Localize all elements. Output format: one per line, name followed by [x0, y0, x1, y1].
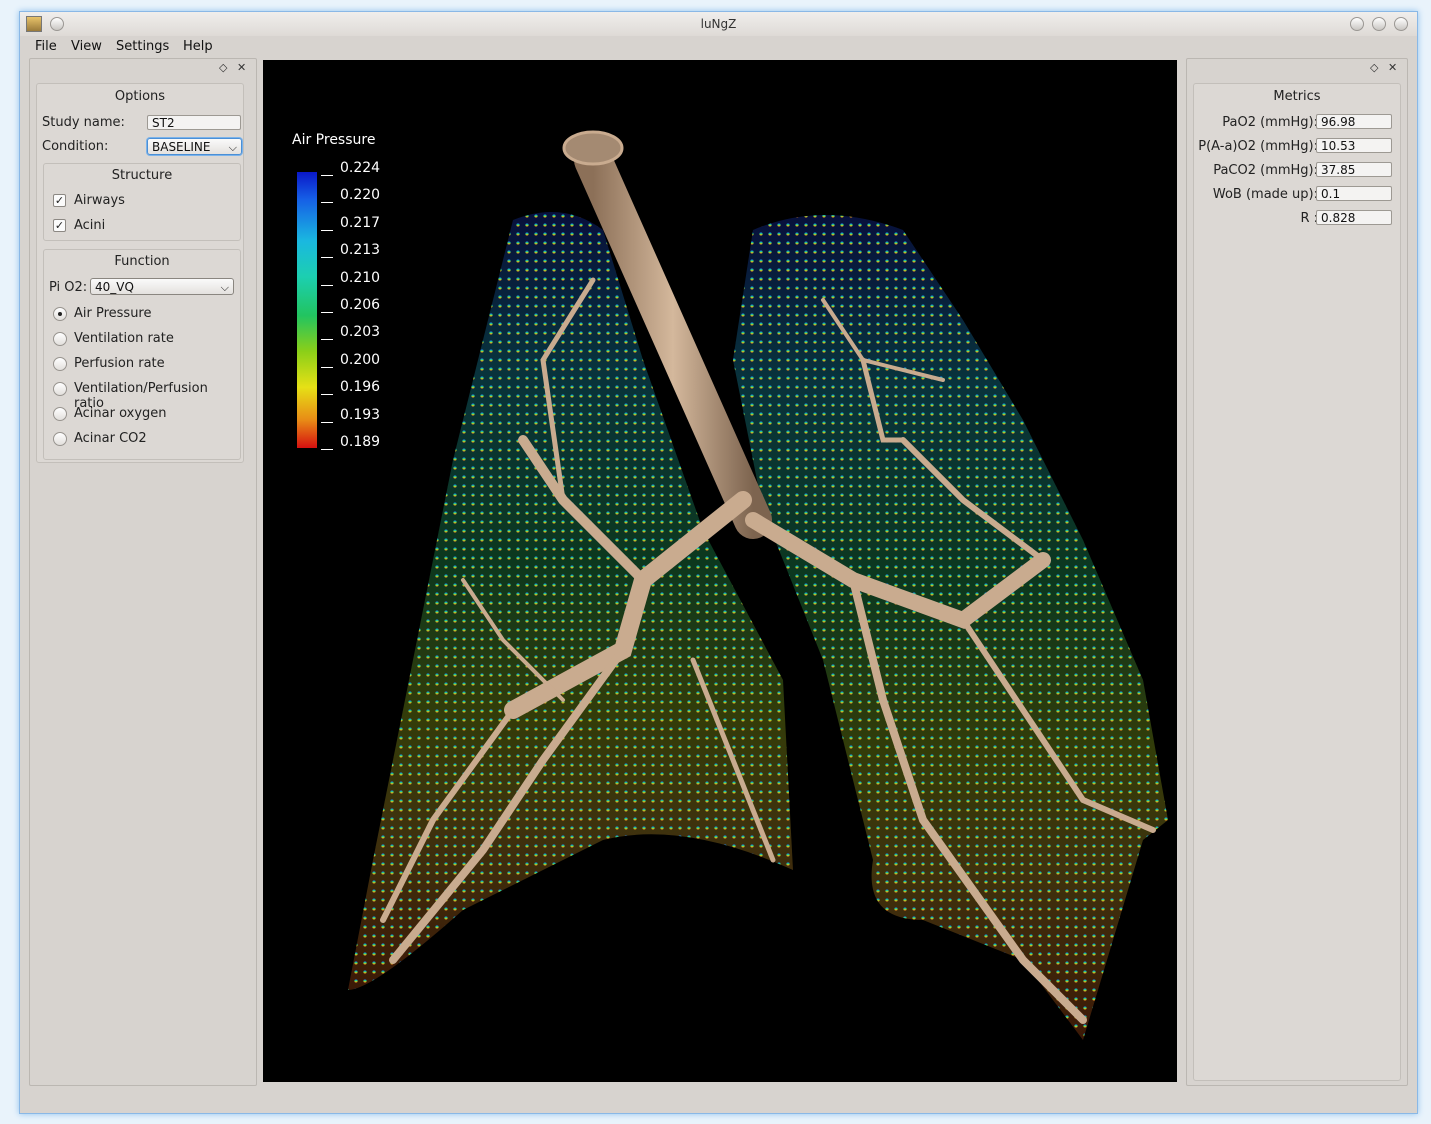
radio-perfusion-rate[interactable] [53, 357, 67, 371]
legend-title: Air Pressure [292, 132, 376, 148]
colorbar-tick [321, 339, 333, 340]
paco2-field[interactable]: 37.85 [1316, 162, 1392, 177]
menu-settings[interactable]: Settings [116, 39, 169, 54]
radio-air-pressure[interactable] [53, 307, 67, 321]
window-title: luNgZ [700, 17, 737, 31]
r-field[interactable]: 0.828 [1316, 210, 1392, 225]
close-dock-icon[interactable]: ✕ [1388, 61, 1397, 74]
colorbar-tick [321, 367, 333, 368]
airways-label: Airways [74, 193, 125, 208]
pio2-value: 40_VQ [95, 280, 134, 294]
acini-checkbox[interactable]: ✓ [53, 219, 66, 232]
maximize-icon[interactable] [1372, 17, 1386, 31]
wob-field[interactable]: 0.1 [1316, 186, 1392, 201]
close-dock-icon[interactable]: ✕ [237, 61, 246, 74]
structure-group: Structure ✓ Airways ✓ Acini [43, 163, 241, 241]
colorbar-label: 0.206 [340, 297, 381, 313]
main-window: luNgZ File View Settings Help ◇ ✕ Option… [19, 11, 1418, 1114]
options-dock: ◇ ✕ Options Study name: ST2 Condition: B… [29, 58, 257, 1086]
condition-label: Condition: [42, 139, 109, 154]
colorbar-label: 0.224 [340, 160, 381, 176]
radio-label-perfusion-rate: Perfusion rate [74, 356, 165, 371]
colorbar-tick [321, 285, 333, 286]
chevron-down-icon: ⌵ [220, 281, 229, 294]
function-title: Function [114, 254, 170, 269]
study-name-label: Study name: [42, 115, 125, 130]
colorbar-tick [321, 202, 333, 203]
colorbar-tick [321, 449, 333, 450]
colorbar-label: 0.217 [340, 215, 381, 231]
colorbar-tick [321, 257, 333, 258]
airways-checkbox[interactable]: ✓ [53, 194, 66, 207]
colorbar-label: 0.189 [340, 434, 381, 450]
lung-airway-tree-render [348, 130, 1168, 1040]
radio-acinar-oxygen[interactable] [53, 407, 67, 421]
structure-title: Structure [111, 168, 173, 183]
menu-bar: File View Settings Help [20, 36, 1417, 56]
colorbar-tick [321, 312, 333, 313]
colorbar-tick [321, 422, 333, 423]
acini-label: Acini [74, 218, 106, 233]
colorbar-tick [321, 394, 333, 395]
metrics-dock: ◇ ✕ Metrics PaO2 (mmHg): 96.98 P(A-a)O2 … [1186, 58, 1408, 1086]
colorbar-label: 0.203 [340, 324, 381, 340]
close-window-icon[interactable] [1394, 17, 1408, 31]
aa-gradient-label: P(A-a)O2 (mmHg): [1198, 139, 1318, 154]
radio-vq-ratio[interactable] [53, 382, 67, 396]
pao2-label: PaO2 (mmHg): [1222, 115, 1318, 130]
float-dock-icon[interactable]: ◇ [219, 61, 227, 74]
colorbar-label: 0.196 [340, 379, 381, 395]
colorbar-label: 0.200 [340, 352, 381, 368]
colorbar-label: 0.220 [340, 187, 381, 203]
function-group: Function Pi O2: 40_VQ ⌵ Air Pressure Ven… [43, 249, 241, 460]
condition-select[interactable]: BASELINE ⌵ [147, 138, 242, 155]
study-name-field[interactable]: ST2 [147, 115, 241, 130]
options-title: Options [114, 89, 166, 104]
radio-label-acinar-co2: Acinar CO2 [74, 431, 147, 446]
colorbar-tick [321, 175, 333, 176]
radio-label-acinar-oxygen: Acinar oxygen [74, 406, 167, 421]
colorbar-label: 0.193 [340, 407, 381, 423]
menu-view[interactable]: View [71, 39, 102, 54]
colorbar-tick [321, 230, 333, 231]
menu-file[interactable]: File [35, 39, 57, 54]
condition-value: BASELINE [152, 140, 211, 154]
pio2-label: Pi O2: [49, 280, 88, 295]
colorbar [297, 172, 317, 448]
metrics-title: Metrics [1273, 89, 1321, 104]
colorbar-label: 0.213 [340, 242, 381, 258]
metrics-group: Metrics PaO2 (mmHg): 96.98 P(A-a)O2 (mmH… [1193, 83, 1401, 1081]
radio-acinar-co2[interactable] [53, 432, 67, 446]
title-bar: luNgZ [20, 12, 1417, 36]
aa-gradient-field[interactable]: 10.53 [1316, 138, 1392, 153]
options-group: Options Study name: ST2 Condition: BASEL… [36, 83, 244, 463]
minimize-icon[interactable] [1350, 17, 1364, 31]
wob-label: WoB (made up): [1212, 187, 1318, 202]
radio-label-ventilation-rate: Ventilation rate [74, 331, 174, 346]
chevron-down-icon: ⌵ [228, 141, 237, 154]
radio-ventilation-rate[interactable] [53, 332, 67, 346]
menu-help[interactable]: Help [183, 39, 213, 54]
paco2-label: PaCO2 (mmHg): [1213, 163, 1318, 178]
pio2-select[interactable]: 40_VQ ⌵ [90, 278, 234, 295]
radio-label-air-pressure: Air Pressure [74, 306, 152, 321]
pao2-field[interactable]: 96.98 [1316, 114, 1392, 129]
colorbar-label: 0.210 [340, 270, 381, 286]
lung-3d-viewport[interactable]: Air Pressure 0.224 0.220 0.217 0.213 0.2… [263, 60, 1177, 1082]
float-dock-icon[interactable]: ◇ [1370, 61, 1378, 74]
